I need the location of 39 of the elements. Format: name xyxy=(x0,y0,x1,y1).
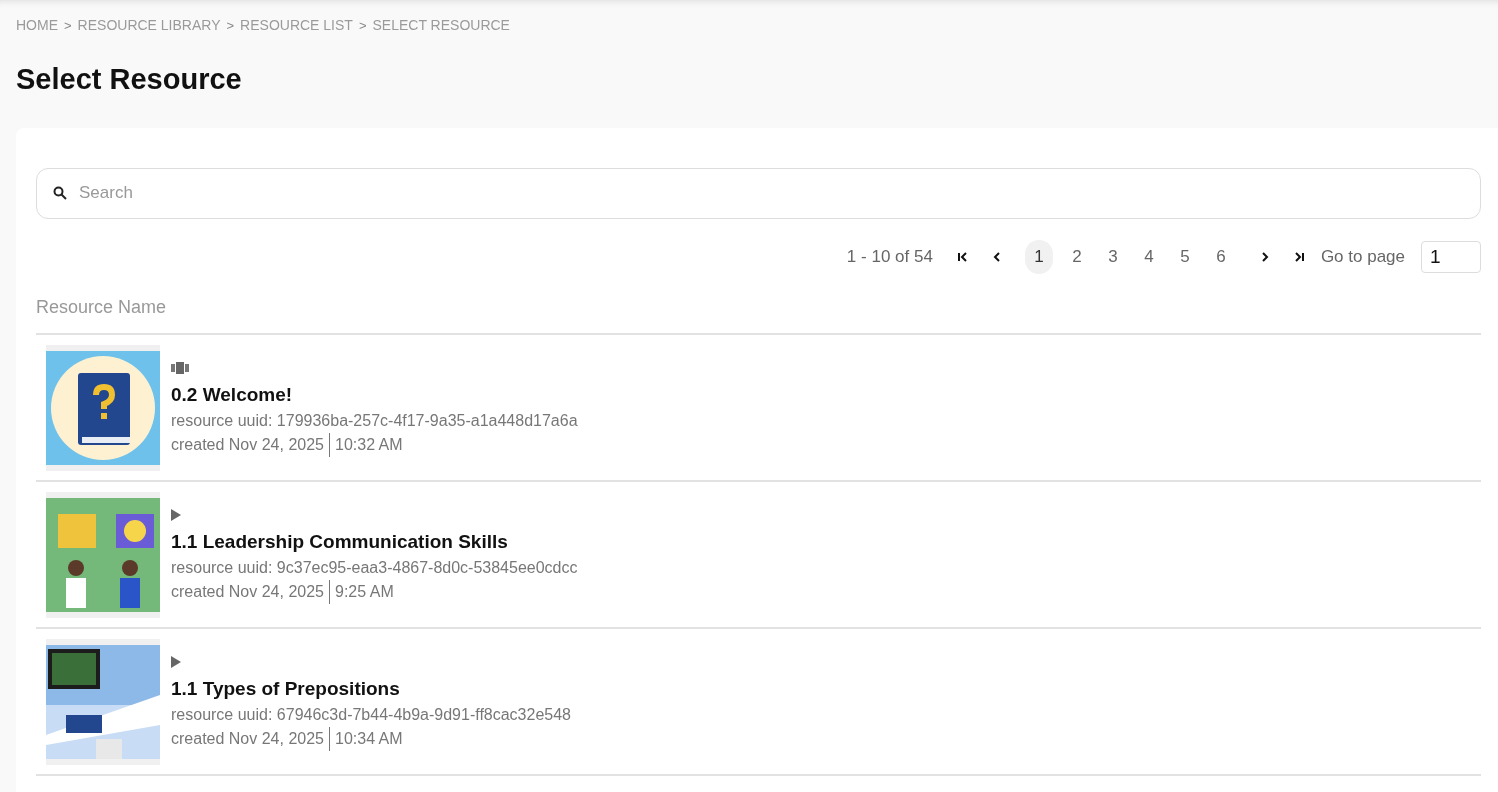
resource-name: 1.1 Types of Prepositions xyxy=(171,676,401,701)
film-strip-icon xyxy=(171,361,189,374)
page-title: Select Resource xyxy=(15,62,243,97)
resource-name: 1.1 Leadership Communication Skills xyxy=(171,529,509,554)
created-time: 10:32 AM xyxy=(334,434,403,455)
chevron-right-icon xyxy=(1259,250,1270,263)
resource-uuid: resource uuid: 179936ba-257c-4f17-9a35-a1a448d17a6a xyxy=(171,410,578,431)
page-number[interactable]: 1 xyxy=(1024,239,1053,274)
page-number[interactable]: 6 xyxy=(1204,239,1237,274)
resource-row[interactable]: 1.1 Types of Prepositions resource uuid: 67946c3d-7b44-4b9a-9d91-ff8cac32e548 created Nov 24, 2025 10:34 AM xyxy=(36,628,1481,776)
page-number[interactable]: 5 xyxy=(1168,239,1201,274)
chevron-left-icon xyxy=(991,250,1002,263)
breadcrumb-separator: > xyxy=(358,16,367,35)
play-icon xyxy=(171,655,181,668)
resource-uuid: resource uuid: 9c37ec95-eaa3-4867-8d0c-53845ee0cdcc xyxy=(171,557,578,578)
play-icon xyxy=(171,508,181,521)
page-range: 1 - 10 of 54 xyxy=(846,245,933,268)
created-date: created Nov 24, 2025 xyxy=(171,432,330,457)
resource-name: 0.2 Welcome! xyxy=(171,382,294,407)
page-number[interactable]: 3 xyxy=(1096,239,1129,274)
go-to-page-field[interactable]: 1 xyxy=(1421,240,1481,273)
created-date: created Nov 24, 2025 xyxy=(171,726,330,751)
first-page-icon xyxy=(956,250,969,263)
created-time: 9:25 AM xyxy=(334,581,394,602)
search-icon xyxy=(53,186,67,200)
created-time: 10:34 AM xyxy=(334,728,403,749)
resource-row[interactable]: 0.2 Welcome! resource uuid: 179936ba-257c-4f17-9a35-a1a448d17a6a created Nov 24, 2025 10:32 AM xyxy=(36,334,1481,482)
search-field[interactable]: Search xyxy=(36,167,1481,219)
created-date: created Nov 24, 2025 xyxy=(171,579,330,604)
resource-uuid: resource uuid: 67946c3d-7b44-4b9a-9d91-ff8cac32e548 xyxy=(171,704,571,725)
page-number[interactable]: 2 xyxy=(1060,239,1093,274)
search-input[interactable]: Search xyxy=(79,180,1464,206)
last-page-icon xyxy=(1292,250,1305,263)
resource-row[interactable]: 1.1 Leadership Communication Skills resource uuid: 9c37ec95-eaa3-4867-8d0c-53845ee0cdcc created Nov 24, 2025 9:25 AM xyxy=(36,481,1481,629)
page-number[interactable]: 4 xyxy=(1132,239,1165,274)
breadcrumb-separator: > xyxy=(226,16,235,35)
go-to-page-label: Go to page xyxy=(1320,245,1405,268)
column-header: Resource Name xyxy=(36,296,167,317)
breadcrumb-separator: > xyxy=(64,16,72,35)
